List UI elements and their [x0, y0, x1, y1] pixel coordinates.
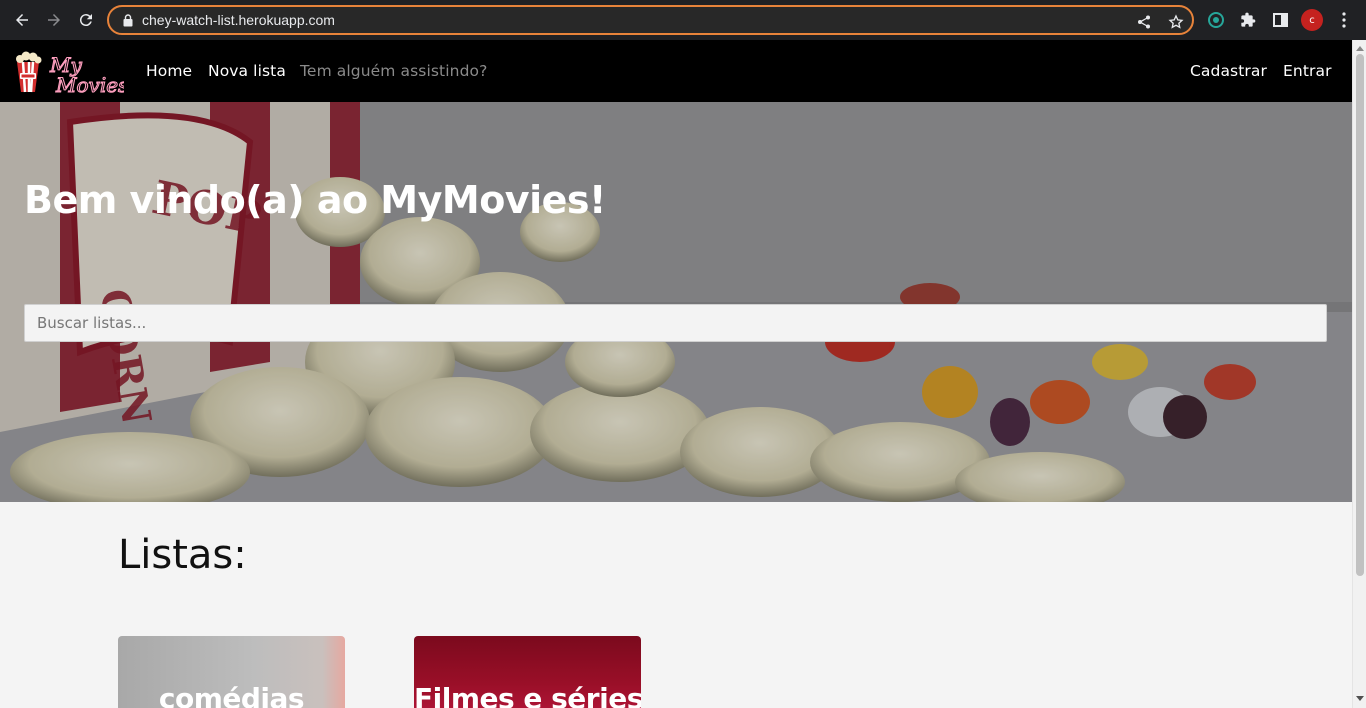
scroll-up-arrow-icon[interactable]	[1356, 46, 1364, 51]
scrollbar-thumb[interactable]	[1356, 54, 1364, 576]
reload-icon[interactable]	[74, 8, 98, 32]
nav-register[interactable]: Cadastrar	[1190, 62, 1267, 80]
list-card-title: Filmes e séries	[414, 682, 641, 708]
lists-heading: Listas:	[118, 532, 247, 578]
lock-icon	[123, 14, 133, 32]
site-logo[interactable]: My Movies	[14, 48, 129, 98]
list-card[interactable]: Filmes e séries	[414, 636, 641, 708]
url-text: chey-watch-list.herokuapp.com	[142, 12, 335, 28]
nav-login[interactable]: Entrar	[1283, 62, 1332, 80]
hero-background-image: POP CORN	[0, 102, 1352, 502]
forward-icon[interactable]	[42, 8, 66, 32]
page-scrollbar[interactable]	[1352, 40, 1366, 708]
nav-watching[interactable]: Tem alguém assistindo?	[300, 62, 487, 80]
puzzle-icon[interactable]	[1238, 10, 1258, 30]
list-card[interactable]: comédias	[118, 636, 345, 708]
scroll-down-arrow-icon[interactable]	[1356, 696, 1364, 701]
site-navbar: My Movies Home Nova lista Tem alguém ass…	[0, 40, 1352, 102]
avatar[interactable]: c	[1301, 9, 1323, 31]
address-bar[interactable]: chey-watch-list.herokuapp.com	[107, 5, 1194, 35]
back-icon[interactable]	[10, 8, 34, 32]
hero-banner: POP CORN Bem vindo(a) ao MyMovies! Busca…	[0, 102, 1352, 502]
nav-home[interactable]: Home	[146, 62, 192, 80]
star-icon[interactable]	[1167, 13, 1185, 31]
logo-movies-text: Movies	[55, 73, 124, 94]
search-input[interactable]	[24, 304, 1327, 342]
list-card-title: comédias	[158, 682, 305, 708]
nav-new-list[interactable]: Nova lista	[208, 62, 286, 80]
hero-title: Bem vindo(a) ao MyMovies!	[24, 178, 606, 222]
sidepanel-icon[interactable]	[1270, 10, 1290, 30]
menu-icon[interactable]	[1334, 10, 1354, 30]
extension-icon[interactable]	[1206, 10, 1226, 30]
share-icon[interactable]	[1135, 13, 1153, 31]
browser-toolbar: chey-watch-list.herokuapp.com c	[0, 0, 1366, 40]
